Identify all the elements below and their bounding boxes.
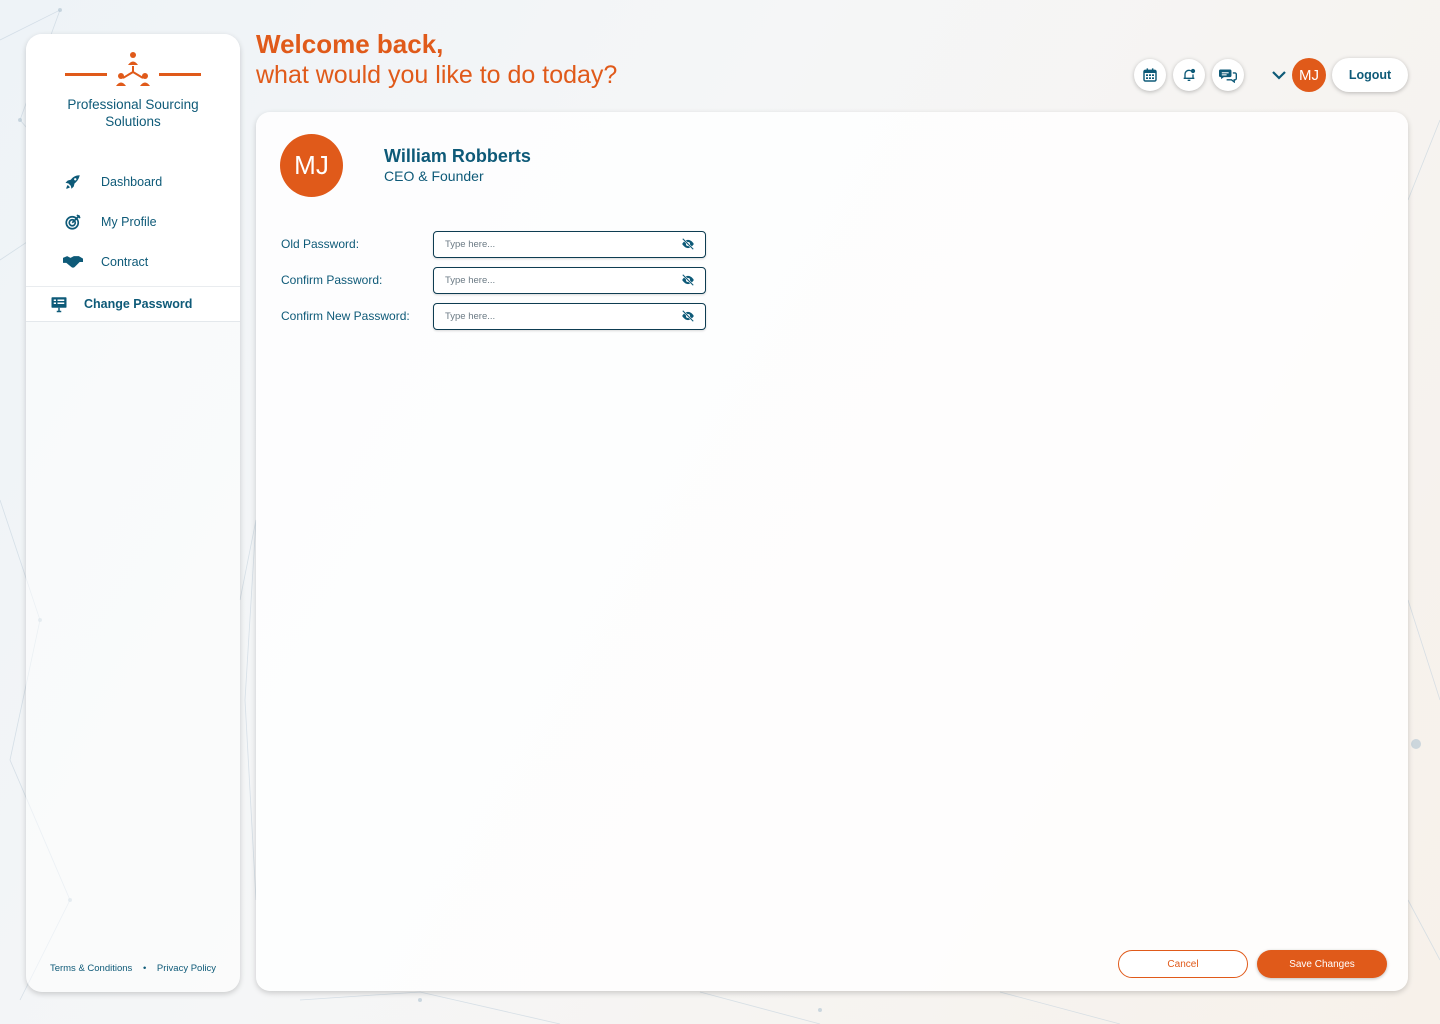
brand-logo-icon xyxy=(65,52,201,86)
avatar[interactable]: MJ xyxy=(1292,58,1326,92)
notification-bell-icon xyxy=(1183,68,1196,81)
sidebar-nav: Dashboard My Profile Contract Change Pas… xyxy=(26,162,240,320)
sidebar-item-dashboard[interactable]: Dashboard xyxy=(26,162,240,202)
confirm-new-password-label: Confirm New Password: xyxy=(281,309,410,323)
confirm-new-password-row: Confirm New Password: xyxy=(281,302,706,330)
sidebar-item-label: My Profile xyxy=(101,215,157,229)
old-password-label: Old Password: xyxy=(281,237,360,251)
privacy-link[interactable]: Privacy Policy xyxy=(157,963,216,974)
eye-slash-icon[interactable] xyxy=(681,238,695,250)
profile-name: William Robberts xyxy=(384,146,531,166)
messages-button[interactable] xyxy=(1212,59,1244,91)
brand-logo[interactable]: Professional Sourcing Solutions xyxy=(26,50,240,130)
presentation-icon xyxy=(48,293,70,315)
eye-slash-icon[interactable] xyxy=(681,274,695,286)
target-icon xyxy=(62,211,84,233)
confirm-password-field xyxy=(433,266,706,294)
sidebar-footer: Terms & Conditions • Privacy Policy xyxy=(26,963,240,974)
sidebar-item-contract[interactable]: Contract xyxy=(26,242,240,282)
notifications-button[interactable] xyxy=(1173,59,1205,91)
sidebar-item-label: Dashboard xyxy=(101,175,163,189)
brand-name-line2: Solutions xyxy=(105,114,161,129)
confirm-password-input[interactable] xyxy=(445,274,681,286)
confirm-new-password-field xyxy=(433,302,706,330)
sidebar-item-change-password[interactable]: Change Password xyxy=(26,286,240,320)
brand-name-line1: Professional Sourcing xyxy=(67,97,199,112)
user-menu-toggle[interactable] xyxy=(1272,70,1286,80)
calendar-button[interactable] xyxy=(1134,59,1166,91)
logout-button[interactable]: Logout xyxy=(1332,58,1408,92)
old-password-row: Old Password: xyxy=(281,230,706,258)
confirm-password-row: Confirm Password: xyxy=(281,266,706,294)
welcome-title: Welcome back, xyxy=(256,29,444,59)
calendar-icon xyxy=(1143,68,1157,82)
footer-separator: • xyxy=(142,963,147,974)
confirm-new-password-input[interactable] xyxy=(445,310,681,322)
sidebar-top: Professional Sourcing Solutions Dashboar… xyxy=(26,34,240,322)
top-actions: MJ Logout xyxy=(1127,58,1408,92)
eye-slash-icon[interactable] xyxy=(681,310,695,322)
cancel-button[interactable]: Cancel xyxy=(1118,950,1248,978)
sidebar: Professional Sourcing Solutions Dashboar… xyxy=(26,34,240,992)
terms-link[interactable]: Terms & Conditions xyxy=(50,963,132,974)
handshake-icon xyxy=(62,251,84,273)
save-changes-button[interactable]: Save Changes xyxy=(1257,950,1387,978)
chat-icon xyxy=(1219,69,1237,83)
brand-name: Professional Sourcing Solutions xyxy=(26,96,240,130)
profile-role: CEO & Founder xyxy=(384,168,484,184)
old-password-field xyxy=(433,230,706,258)
chevron-down-icon xyxy=(1272,71,1286,80)
sidebar-item-my-profile[interactable]: My Profile xyxy=(26,202,240,242)
sidebar-item-label: Contract xyxy=(101,255,149,269)
old-password-input[interactable] xyxy=(445,238,681,250)
change-password-form: Old Password: Confirm Password: Confirm … xyxy=(281,230,706,338)
welcome-greeting: Welcome back, what would you like to do … xyxy=(256,28,617,90)
rocket-icon xyxy=(62,171,84,193)
sidebar-item-label: Change Password xyxy=(84,296,193,311)
confirm-password-label: Confirm Password: xyxy=(281,273,383,287)
welcome-subtitle: what would you like to do today? xyxy=(256,61,618,89)
main-panel: MJ William Robberts CEO & Founder Old Pa… xyxy=(256,112,1408,991)
profile-avatar: MJ xyxy=(280,134,343,197)
